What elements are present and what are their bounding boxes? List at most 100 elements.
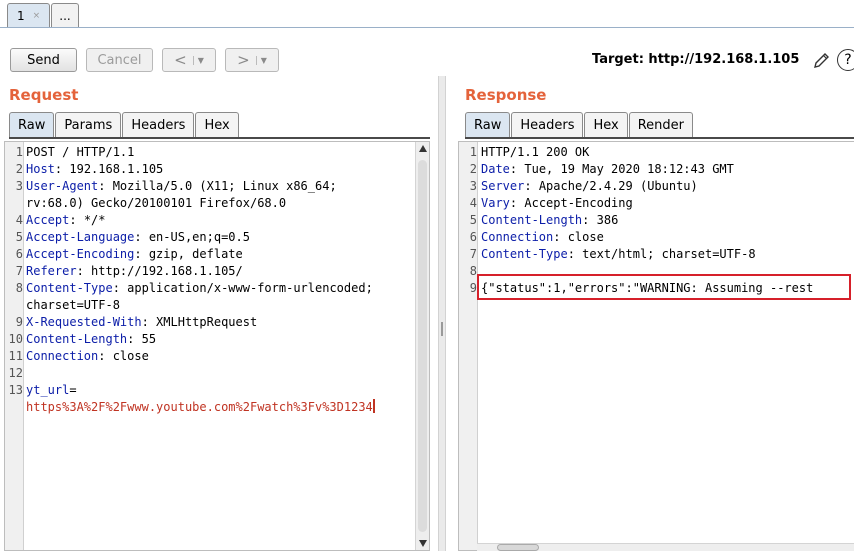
tab-strip: 1 × ...	[0, 0, 854, 28]
text-cursor	[372, 399, 375, 413]
line-number: 9	[15, 315, 23, 329]
line-number: 5	[15, 230, 23, 244]
line-number: 6	[15, 247, 23, 261]
line-number: 12	[8, 366, 23, 380]
response-tab-headers[interactable]: Headers	[511, 112, 584, 137]
code-line: Accept: */*	[26, 213, 106, 227]
line-number: 13	[8, 383, 23, 397]
header-name: Host	[26, 162, 55, 176]
scroll-thumb[interactable]	[418, 160, 427, 532]
repeater-tab-1[interactable]: 1 ×	[7, 3, 50, 27]
response-horizontal-scrollbar[interactable]	[477, 543, 854, 551]
line-number: 4	[15, 213, 23, 227]
scroll-up-icon[interactable]	[419, 145, 427, 152]
line-number: 4	[469, 196, 477, 210]
close-icon[interactable]: ×	[33, 11, 41, 21]
header-value: en-US,en;q=0.5	[141, 230, 250, 244]
code-line: yt_url=	[26, 383, 77, 397]
code-line: User-Agent: Mozilla/5.0 (X11; Linux x86_…	[26, 179, 337, 193]
help-icon[interactable]: ?	[837, 49, 854, 71]
header-value: Tue, 19 May 2020 18:12:43 GMT	[517, 162, 734, 176]
cancel-button[interactable]: Cancel	[86, 48, 153, 72]
header-value: 55	[134, 332, 157, 346]
code-line: Accept-Encoding: gzip, deflate	[26, 247, 243, 261]
panel-splitter[interactable]	[438, 76, 446, 551]
line-number: 1	[469, 145, 477, 159]
header-value: XMLHttpRequest	[148, 315, 258, 329]
request-editor[interactable]: POST / HTTP/1.1 Host: 192.168.1.105 User-A…	[4, 141, 430, 551]
request-tab-headers[interactable]: Headers	[122, 112, 195, 137]
header-name: Content-Length	[481, 213, 583, 227]
header-name: Referer	[26, 264, 77, 278]
target-label: Target: http://192.168.1.105	[592, 52, 800, 67]
header-value: http://192.168.1.105/	[83, 264, 243, 278]
new-tab-button[interactable]: ...	[51, 3, 79, 27]
response-body-highlight	[477, 274, 851, 300]
chevron-right-icon: >	[237, 51, 250, 69]
line-number: 2	[469, 162, 477, 176]
header-name: User-Agent	[26, 179, 99, 193]
body-param-value: https%3A%2F%2Fwww.youtube.com%2Fwatch%3F…	[26, 400, 373, 414]
line-number: 9	[469, 281, 477, 295]
code-line: Content-Type: application/x-www-form-url…	[26, 281, 373, 295]
back-button[interactable]: < ▼	[162, 48, 216, 72]
dropdown-arrow-icon[interactable]: ▼	[192, 55, 204, 65]
scroll-down-icon[interactable]	[419, 540, 427, 547]
scroll-thumb[interactable]	[497, 544, 539, 551]
request-tab-hex[interactable]: Hex	[195, 112, 239, 137]
line-number: 2	[15, 162, 23, 176]
line-number: 5	[469, 213, 477, 227]
splitter-grip[interactable]	[441, 322, 443, 336]
response-tab-render[interactable]: Render	[628, 112, 693, 137]
code-line: charset=UTF-8	[26, 298, 120, 312]
request-vertical-scrollbar[interactable]	[415, 142, 429, 550]
header-value: text/html; charset=UTF-8	[574, 247, 756, 261]
code-line: Content-Length: 386	[481, 213, 619, 227]
request-text[interactable]: POST / HTTP/1.1 Host: 192.168.1.105 User-A…	[26, 144, 375, 416]
line-number: 3	[15, 179, 23, 193]
response-editor[interactable]: HTTP/1.1 200 OK Date: Tue, 19 May 2020 18…	[458, 141, 854, 551]
code-line: Date: Tue, 19 May 2020 18:12:43 GMT	[481, 162, 734, 176]
header-value: 192.168.1.105	[62, 162, 164, 176]
code-line: rv:68.0) Gecko/20100101 Firefox/68.0	[26, 196, 287, 210]
response-tab-raw[interactable]: Raw	[465, 112, 511, 137]
tab-label: 1	[17, 8, 25, 23]
code-line: Connection: close	[26, 349, 149, 363]
request-tab-params[interactable]: Params	[55, 112, 122, 137]
line-number: 1	[15, 145, 23, 159]
response-title: Response	[465, 86, 547, 104]
header-value: Mozilla/5.0 (X11; Linux x86_64;	[105, 179, 337, 193]
code-line: HTTP/1.1 200 OK	[481, 145, 590, 159]
code-line: Content-Type: text/html; charset=UTF-8	[481, 247, 756, 261]
header-name: Content-Type	[481, 247, 568, 261]
code-line: X-Requested-With: XMLHttpRequest	[26, 315, 258, 329]
header-name: Date	[481, 162, 510, 176]
line-number: 10	[8, 332, 23, 346]
header-name: Connection	[26, 349, 99, 363]
tab-label: ...	[59, 8, 71, 23]
response-tab-hex[interactable]: Hex	[584, 112, 628, 137]
chevron-left-icon: <	[174, 51, 187, 69]
header-name: Accept	[26, 213, 70, 227]
header-value: */*	[76, 213, 106, 227]
response-tab-underline	[465, 137, 854, 139]
body-param-name: yt_url	[26, 383, 70, 397]
dropdown-arrow-icon[interactable]: ▼	[255, 55, 267, 65]
code-line: Content-Length: 55	[26, 332, 157, 346]
pencil-icon[interactable]	[812, 50, 832, 70]
code-line: POST / HTTP/1.1	[26, 145, 135, 159]
header-value: application/x-www-form-urlencoded;	[119, 281, 373, 295]
header-value: Accept-Encoding	[517, 196, 633, 210]
line-number: 11	[8, 349, 23, 363]
header-name: Server	[481, 179, 525, 193]
code-line: Host: 192.168.1.105	[26, 162, 164, 176]
code-line: Connection: close	[481, 230, 604, 244]
send-button[interactable]: Send	[10, 48, 77, 72]
line-number: 8	[469, 264, 477, 278]
forward-button[interactable]: > ▼	[225, 48, 279, 72]
request-tab-underline	[9, 137, 430, 139]
request-tab-raw[interactable]: Raw	[9, 112, 55, 137]
header-name: Accept-Encoding	[26, 247, 135, 261]
line-number: 7	[15, 264, 23, 278]
